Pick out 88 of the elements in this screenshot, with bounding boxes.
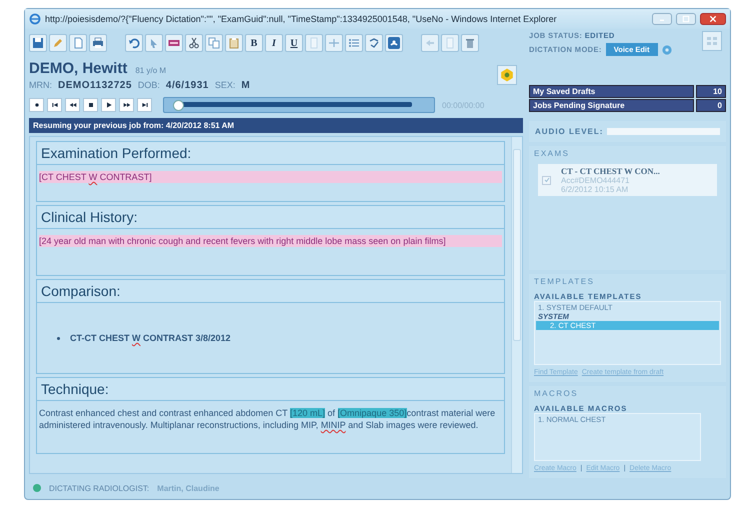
counter-label[interactable]: My Saved Drafts [529, 85, 694, 98]
clipboard-icon [228, 37, 240, 49]
skip-start-icon [50, 101, 58, 109]
section-heading: Clinical History: [37, 206, 504, 229]
section-text: Contrast enhanced chest and contrast enhanced abdomen CT [120 mL] of [Omnipaque 350]contrast material were administered intravenously. Multiplanar reconstructions, including MIP, MINIP and Slab images were reviewed. [39, 407, 496, 431]
skip-end-icon [140, 101, 148, 109]
field-value: DEMO1132725 [58, 80, 132, 90]
toolbar-button[interactable] [69, 34, 87, 52]
section-text: [CT CHEST W CONTRAST] [39, 171, 502, 183]
radiologist-name: Martin, Claudine [157, 484, 220, 492]
toolbar-button[interactable] [89, 34, 107, 52]
playback-slider[interactable] [163, 97, 435, 113]
counter-label[interactable]: Jobs Pending Signature [529, 99, 694, 112]
toolbar-button[interactable] [125, 34, 143, 52]
field-icon [168, 37, 180, 49]
scissors-icon [188, 37, 200, 49]
transport-button[interactable] [119, 98, 134, 112]
minimize-button[interactable] [652, 13, 672, 25]
radiologist-label: DICTATING RADIOLOGIST: [49, 484, 150, 492]
panel-title: TEMPLATES [534, 277, 596, 286]
pencil-icon [52, 37, 64, 49]
transport-button[interactable] [65, 98, 80, 112]
toolbar-button[interactable] [365, 34, 383, 52]
slider-thumb[interactable] [172, 100, 184, 111]
copy-icon [208, 37, 220, 49]
transport-button[interactable] [47, 98, 62, 112]
toolbar-button[interactable] [385, 34, 403, 52]
transport-button[interactable] [83, 98, 98, 112]
exam-name: CT - CT CHEST W CON... [561, 166, 660, 176]
transport-button[interactable] [29, 98, 44, 112]
printer-icon [92, 37, 104, 49]
fast-forward-icon [122, 101, 130, 109]
stop-icon [86, 101, 94, 109]
exam-accession: Acc#DEMO444471 [561, 176, 630, 185]
cursor-icon [148, 37, 160, 49]
window-title: http://poiesisdemo/?{"Fluency Dictation":"", "ExamGuid":null, "TimeStamp":1334925001548, "UseNo - Windows Internet Explorer [45, 14, 558, 24]
maximize-button[interactable] [676, 13, 696, 25]
scrollbar[interactable] [511, 137, 522, 473]
grid-icon [706, 35, 718, 47]
page-icon [72, 37, 84, 49]
patient-age: 81 y/o M [135, 66, 166, 74]
transport-button[interactable] [101, 98, 116, 112]
panel-title: EXAMS [534, 149, 571, 158]
audio-level-label: AUDIO LEVEL: [535, 127, 604, 136]
format-button[interactable]: U [285, 34, 303, 52]
list-icon [348, 37, 360, 49]
exam-item[interactable]: CT - CT CHEST W CON... Acc#DEMO444471 6/2/2012 10:15 AM [538, 164, 717, 196]
toolbar-button[interactable] [345, 34, 363, 52]
patient-name: DEMO, Hewitt [29, 60, 128, 76]
field-label: DOB: [138, 80, 160, 90]
save-icon [32, 37, 44, 49]
alert-button[interactable] [497, 65, 517, 85]
toolbar-button[interactable] [165, 34, 183, 52]
trash-icon [464, 37, 476, 49]
blank-page-icon [444, 37, 456, 49]
record-icon [32, 101, 40, 109]
undo-icon [128, 37, 140, 49]
field-value: M [241, 80, 250, 90]
close-button[interactable] [700, 13, 726, 25]
maximize-icon [682, 15, 690, 23]
exam-checkbox[interactable] [542, 176, 551, 184]
browser-icon [29, 13, 41, 25]
section-heading: Examination Performed: [37, 142, 504, 165]
panel-title: MACROS [534, 389, 580, 398]
bullet-item: CT-CT CHEST W CONTRAST 3/8/2012 [39, 332, 231, 344]
close-icon [709, 15, 717, 23]
section-heading: Technique: [37, 378, 504, 401]
transport-button[interactable] [137, 98, 152, 112]
toolbar-button[interactable] [185, 34, 203, 52]
play-icon [104, 101, 112, 109]
field-value: 4/6/1931 [166, 80, 209, 90]
rewind-icon [68, 101, 76, 109]
resume-banner: Resuming your previous job from: 4/20/2012 8:51 AM [29, 118, 523, 133]
blank-page-icon [308, 37, 320, 49]
counter-value: 0 [696, 99, 726, 112]
toolbar-button[interactable] [29, 34, 47, 52]
back-arrow-icon [424, 37, 436, 49]
exam-date: 6/2/2012 10:15 AM [561, 185, 630, 194]
field-label: SEX: [214, 80, 236, 90]
toolbar-button[interactable] [461, 34, 479, 52]
section-text: [24 year old man with chronic cough and recent fevers with right middle lobe mass seen on plain films] [39, 235, 502, 247]
section-heading: Comparison: [37, 280, 504, 303]
format-button[interactable]: B [245, 34, 263, 52]
info-circle-icon [662, 44, 672, 54]
counter-value: 10 [696, 85, 726, 98]
field-label: MRN: [29, 80, 52, 90]
hexagon-icon [500, 68, 514, 82]
format-button[interactable]: I [265, 34, 283, 52]
